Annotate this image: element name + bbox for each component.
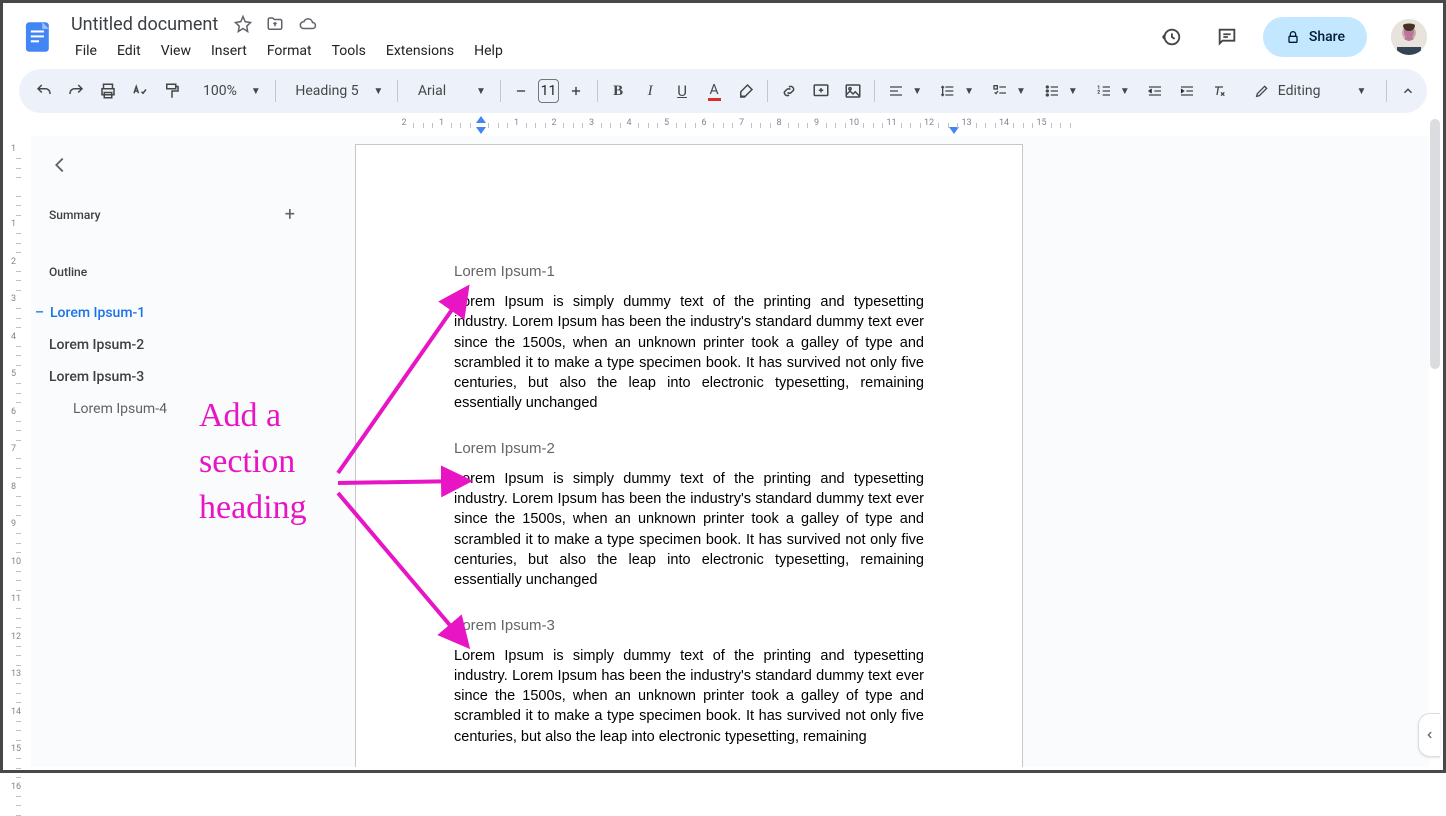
- editing-mode-dropdown[interactable]: Editing ▼: [1236, 76, 1381, 106]
- document-title[interactable]: Untitled document: [67, 12, 222, 37]
- caret-down-icon: ▼: [1068, 86, 1078, 97]
- toolbar: 100%▼ Heading 5▼ Arial▼ 11 B I U A ▼ ▼ ▼…: [19, 69, 1427, 113]
- bold-button[interactable]: B: [603, 76, 633, 106]
- svg-text:2: 2: [1097, 90, 1100, 96]
- document-heading[interactable]: Lorem Ipsum-3: [454, 617, 924, 634]
- menu-view[interactable]: View: [153, 39, 199, 63]
- menu-format[interactable]: Format: [259, 39, 320, 63]
- menu-bar: File Edit View Insert Format Tools Exten…: [67, 39, 1151, 63]
- share-button[interactable]: Share: [1263, 17, 1367, 57]
- scrollbar-thumb[interactable]: [1430, 119, 1440, 369]
- vertical-scrollbar[interactable]: [1430, 119, 1440, 767]
- print-button[interactable]: [93, 76, 123, 106]
- menu-insert[interactable]: Insert: [203, 39, 255, 63]
- cloud-status-icon[interactable]: [298, 15, 318, 33]
- italic-button[interactable]: I: [635, 76, 665, 106]
- numbered-list-dropdown[interactable]: 12▼: [1088, 76, 1138, 106]
- caret-down-icon: ▼: [1016, 86, 1026, 97]
- document-heading[interactable]: Lorem Ipsum-2: [454, 440, 924, 457]
- comments-icon[interactable]: [1207, 17, 1247, 57]
- outline-heading: Outline: [49, 265, 335, 279]
- caret-down-icon: ▼: [912, 86, 922, 97]
- checklist-dropdown[interactable]: ▼: [984, 76, 1034, 106]
- docs-logo-icon[interactable]: [19, 17, 59, 57]
- menu-help[interactable]: Help: [466, 39, 511, 63]
- document-heading[interactable]: Lorem Ipsum-1: [454, 263, 924, 280]
- account-avatar[interactable]: [1391, 19, 1427, 55]
- caret-down-icon: ▼: [373, 86, 383, 97]
- header-bar: Untitled document File Edit View Insert …: [3, 3, 1443, 63]
- horizontal-ruler[interactable]: 21123456789101112131415: [383, 118, 1425, 134]
- outline-item[interactable]: Lorem Ipsum-1: [49, 297, 335, 329]
- font-family-dropdown[interactable]: Arial▼: [404, 76, 494, 106]
- menu-edit[interactable]: Edit: [109, 39, 149, 63]
- document-paragraph[interactable]: Lorem Ipsum is simply dummy text of the …: [454, 646, 924, 747]
- caret-down-icon: ▼: [251, 86, 261, 97]
- menu-tools[interactable]: Tools: [324, 39, 374, 63]
- spellcheck-button[interactable]: [125, 76, 155, 106]
- document-paragraph[interactable]: Lorem Ipsum is simply dummy text of the …: [454, 469, 924, 591]
- clear-formatting-button[interactable]: [1204, 76, 1234, 106]
- increase-indent-button[interactable]: [1172, 76, 1202, 106]
- add-comment-button[interactable]: [806, 76, 836, 106]
- caret-down-icon: ▼: [964, 86, 974, 97]
- caret-down-icon: ▼: [1120, 86, 1130, 97]
- font-size-input[interactable]: 11: [538, 79, 558, 103]
- insert-link-button[interactable]: [774, 76, 804, 106]
- text-color-button[interactable]: A: [699, 76, 729, 106]
- zoom-dropdown[interactable]: 100%▼: [189, 76, 269, 106]
- star-icon[interactable]: [234, 15, 252, 33]
- share-label: Share: [1309, 29, 1345, 45]
- bulleted-list-dropdown[interactable]: ▼: [1036, 76, 1086, 106]
- annotation-text: Add asectionheading: [199, 393, 307, 531]
- insert-image-button[interactable]: [838, 76, 868, 106]
- paint-format-button[interactable]: [157, 76, 187, 106]
- summary-label: Summary: [49, 208, 101, 222]
- undo-button[interactable]: [29, 76, 59, 106]
- caret-down-icon: ▼: [1356, 86, 1366, 97]
- outline-back-button[interactable]: [49, 154, 71, 176]
- decrease-indent-button[interactable]: [1140, 76, 1170, 106]
- caret-down-icon: ▼: [476, 86, 486, 97]
- move-icon[interactable]: [266, 15, 284, 33]
- paragraph-style-dropdown[interactable]: Heading 5▼: [281, 76, 391, 106]
- redo-button[interactable]: [61, 76, 91, 106]
- pencil-icon: [1254, 83, 1270, 99]
- menu-extensions[interactable]: Extensions: [378, 39, 462, 63]
- underline-button[interactable]: U: [667, 76, 697, 106]
- document-page[interactable]: Lorem Ipsum-1 Lorem Ipsum is simply dummy…: [355, 144, 1023, 767]
- line-spacing-dropdown[interactable]: ▼: [932, 76, 982, 106]
- add-summary-button[interactable]: +: [285, 204, 295, 225]
- collapse-toolbar-button[interactable]: [1399, 75, 1417, 107]
- lock-icon: [1285, 29, 1301, 45]
- outline-item[interactable]: Lorem Ipsum-3: [49, 361, 335, 393]
- highlight-color-button[interactable]: [731, 76, 761, 106]
- decrease-font-size-button[interactable]: [506, 76, 536, 106]
- menu-file[interactable]: File: [67, 39, 105, 63]
- vertical-ruler[interactable]: 112345678910111213141516: [7, 143, 27, 770]
- increase-font-size-button[interactable]: [561, 76, 591, 106]
- align-dropdown[interactable]: ▼: [880, 76, 930, 106]
- document-paragraph[interactable]: Lorem Ipsum is simply dummy text of the …: [454, 292, 924, 414]
- history-icon[interactable]: [1151, 17, 1191, 57]
- outline-item[interactable]: Lorem Ipsum-2: [49, 329, 335, 361]
